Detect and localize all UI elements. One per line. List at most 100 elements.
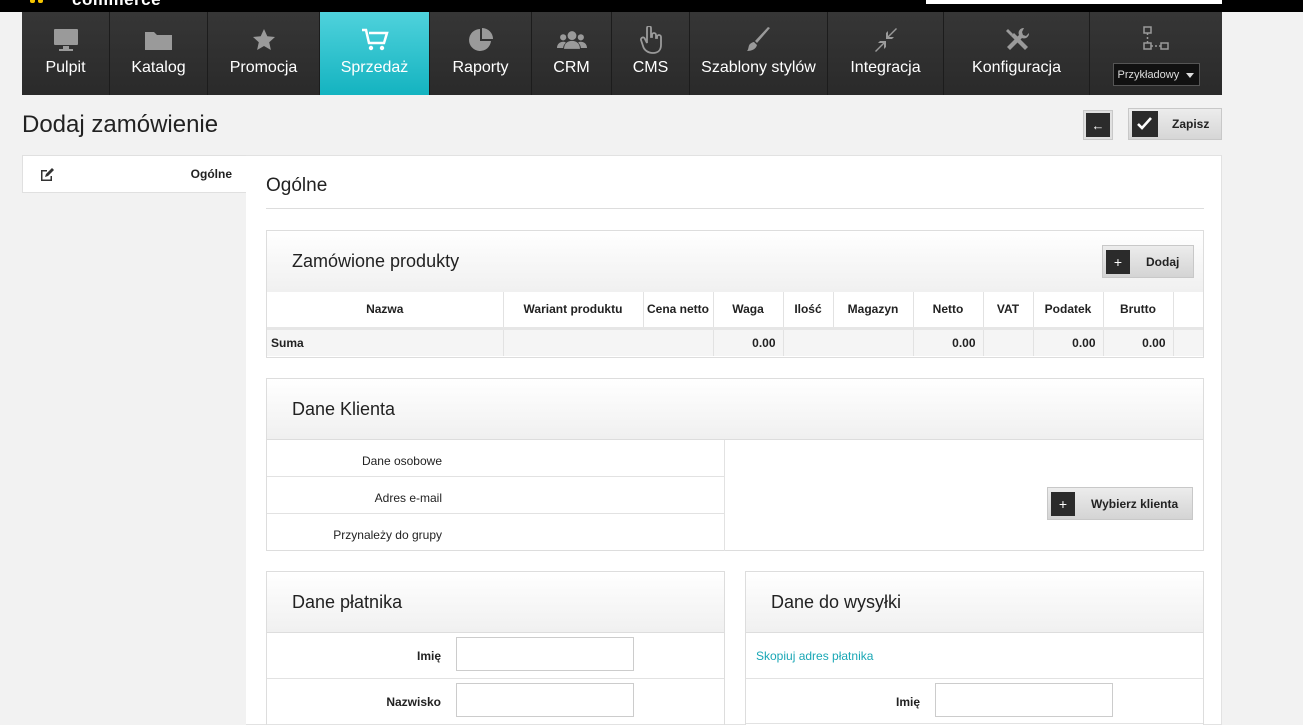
- summary-cell: [1173, 328, 1203, 356]
- nav-item-konfiguracja[interactable]: Konfiguracja: [944, 12, 1090, 95]
- panel-header: Dane Klienta: [267, 379, 1203, 440]
- nav-item-pulpit[interactable]: Pulpit: [22, 12, 110, 95]
- arrow-left-icon: ←: [1086, 113, 1110, 137]
- main-content: Ogólne Zamówione produkty + Dodaj Nazwa …: [246, 155, 1222, 725]
- chevron-down-icon: [1185, 73, 1194, 78]
- store-select[interactable]: Przykładowy: [1112, 63, 1200, 86]
- nav-label: Szablony stylów: [701, 59, 816, 76]
- nav-item-katalog[interactable]: Katalog: [110, 12, 208, 95]
- column-header[interactable]: Podatek: [1033, 292, 1104, 330]
- folder-icon: [144, 26, 174, 54]
- save-button-label: Zapisz: [1172, 117, 1210, 131]
- star-icon: [249, 26, 279, 54]
- store-switcher: Przykładowy: [1090, 12, 1222, 95]
- select-client-label: Wybierz klienta: [1091, 496, 1179, 511]
- edit-icon: [39, 167, 55, 187]
- nav-label: Sprzedaż: [340, 59, 409, 76]
- select-client-button[interactable]: + Wybierz klienta: [1047, 487, 1194, 520]
- column-header[interactable]: Netto: [913, 292, 984, 330]
- plus-icon: +: [1106, 249, 1130, 274]
- tools-icon: [1002, 26, 1032, 54]
- search-input[interactable]: [926, 0, 1222, 4]
- table-header-row: Nazwa Wariant produktu Cena netto Waga I…: [267, 292, 1203, 330]
- shipping-data-panel: Dane do wysyłki Skopiuj adres płatnika I…: [745, 571, 1204, 725]
- nav-label: Pulpit: [45, 59, 86, 76]
- back-button[interactable]: ←: [1083, 110, 1113, 140]
- main-nav: Pulpit Katalog Promocja Sprzedaż Raporty…: [22, 12, 1222, 95]
- nav-label: Katalog: [131, 59, 186, 76]
- users-icon: [556, 26, 587, 54]
- panel-title: Dane płatnika: [292, 592, 403, 612]
- brand-logo-icon: [30, 0, 44, 4]
- column-header[interactable]: Waga: [713, 292, 784, 330]
- form-row-last-name: Nazwisko: [267, 679, 724, 725]
- client-row-group: Przynależy do grupy: [267, 514, 725, 551]
- column-header: [1173, 292, 1203, 330]
- column-header[interactable]: Brutto: [1103, 292, 1174, 330]
- column-header[interactable]: Cena netto: [643, 292, 714, 330]
- column-header[interactable]: Ilość: [783, 292, 834, 330]
- row-label: Dane osobowe: [361, 454, 442, 468]
- field-label: Nazwisko: [386, 695, 441, 709]
- nav-label: Integracja: [850, 59, 921, 76]
- nav-item-cms[interactable]: CMS: [612, 12, 690, 95]
- client-info: Dane osobowe Adres e-mail Przynależy do …: [267, 440, 725, 551]
- page-title: Dodaj zamówienie: [22, 111, 219, 138]
- compress-arrows-icon: [871, 26, 901, 54]
- panel-header: Zamówione produkty + Dodaj: [267, 231, 1203, 292]
- ordered-products-panel: Zamówione produkty + Dodaj Nazwa Wariant…: [266, 230, 1204, 358]
- panel-title: Dane do wysyłki: [771, 592, 902, 612]
- nav-item-promocja[interactable]: Promocja: [208, 12, 320, 95]
- summary-netto: 0.00: [913, 328, 984, 356]
- nav-item-sprzedaz[interactable]: Sprzedaż: [320, 12, 430, 95]
- store-select-value: Przykładowy: [1117, 68, 1180, 81]
- top-bar: commerce: [0, 0, 1303, 12]
- nav-label: Konfiguracja: [972, 59, 1061, 76]
- field-label: Imię: [416, 649, 441, 663]
- summary-label: Suma: [267, 328, 504, 356]
- pointer-hand-icon: [636, 26, 666, 54]
- panel-title: Zamówione produkty: [292, 251, 460, 271]
- payer-last-name-input[interactable]: [456, 683, 634, 717]
- sidebar: Ogólne: [22, 155, 246, 725]
- save-button[interactable]: Zapisz: [1128, 108, 1222, 140]
- form-row-first-name: Imię: [267, 633, 724, 679]
- panel-header: Dane płatnika: [267, 572, 724, 633]
- column-header[interactable]: Nazwa: [267, 292, 504, 330]
- nav-label: CMS: [632, 59, 669, 76]
- nav-item-szablony-stylow[interactable]: Szablony stylów: [690, 12, 828, 95]
- nav-label: Promocja: [229, 59, 298, 76]
- summary-brutto: 0.00: [1103, 328, 1174, 356]
- payer-data-panel: Dane płatnika Imię Nazwisko: [266, 571, 725, 725]
- shipping-first-name-input[interactable]: [935, 683, 1113, 717]
- row-label: Przynależy do grupy: [333, 528, 442, 542]
- nav-item-integracja[interactable]: Integracja: [828, 12, 944, 95]
- tab-label: Ogólne: [190, 167, 232, 181]
- section-title: Ogólne: [266, 175, 328, 196]
- pie-chart-icon: [466, 26, 496, 54]
- form-row-first-name: Imię: [746, 678, 1203, 724]
- tab-ogolne[interactable]: Ogólne: [22, 155, 246, 193]
- nav-label: CRM: [553, 59, 590, 76]
- brush-icon: [744, 26, 774, 54]
- sitemap-icon: [1143, 26, 1169, 55]
- plus-icon: +: [1051, 491, 1075, 516]
- summary-cell: [503, 328, 714, 356]
- brand-text: commerce: [72, 0, 161, 10]
- payer-first-name-input[interactable]: [456, 637, 634, 671]
- add-product-label: Dodaj: [1146, 254, 1180, 269]
- copy-payer-address-link[interactable]: Skopiuj adres płatnika: [756, 649, 873, 663]
- summary-cell: [783, 328, 914, 356]
- summary-row: Suma 0.00 0.00 0.00 0.00: [267, 328, 1203, 356]
- check-icon: [1132, 111, 1158, 137]
- row-label: Adres e-mail: [374, 491, 442, 505]
- summary-podatek: 0.00: [1033, 328, 1104, 356]
- nav-item-raporty[interactable]: Raporty: [430, 12, 532, 95]
- add-product-button[interactable]: + Dodaj: [1102, 245, 1195, 278]
- column-header[interactable]: Magazyn: [833, 292, 914, 330]
- column-header[interactable]: VAT: [983, 292, 1034, 330]
- products-table: Nazwa Wariant produktu Cena netto Waga I…: [267, 292, 1203, 356]
- nav-item-crm[interactable]: CRM: [532, 12, 612, 95]
- panel-header: Dane do wysyłki: [746, 572, 1203, 633]
- column-header[interactable]: Wariant produktu: [503, 292, 644, 330]
